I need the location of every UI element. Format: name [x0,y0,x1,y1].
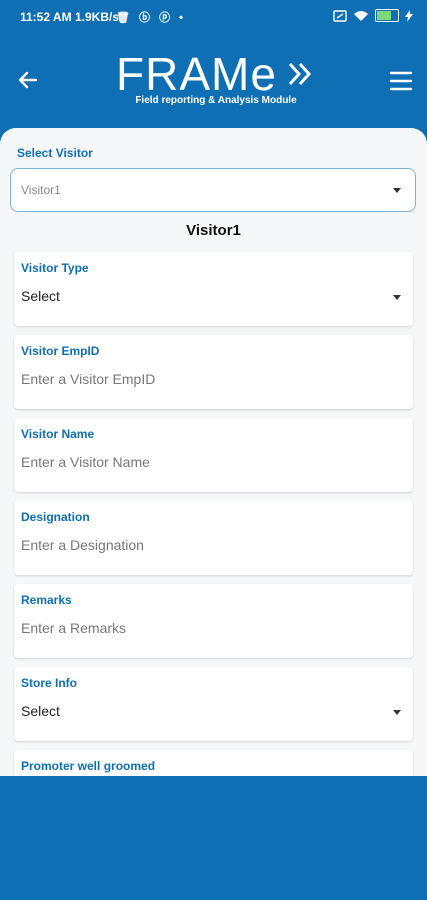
status-time: 11:52 AM [20,10,72,24]
back-arrow-icon[interactable] [16,68,40,92]
logo-text: FRAMe [116,48,277,100]
visitor-heading: Visitor1 [186,222,241,239]
wifi-icon [354,10,368,21]
field-placeholder: Enter a Visitor Name [21,454,150,470]
field-label: Visitor EmpID [21,344,100,358]
bottom-area [0,776,427,900]
dropdown-caret-icon [393,295,401,300]
notification-icons: 🗑 ⓑ ⓟ • [116,12,186,24]
field-placeholder: Enter a Designation [21,537,144,553]
visitor-type-dropdown[interactable]: Visitor Type Select [14,252,413,326]
form-panel: Select Visitor Visitor1 Visitor1 Visitor… [0,128,427,776]
hamburger-menu-icon[interactable] [389,70,413,92]
designation-field[interactable]: Designation Enter a Designation [14,501,413,575]
select-visitor-label: Select Visitor [17,146,93,160]
field-label: Visitor Name [21,427,95,441]
dropdown-caret-icon [393,188,401,193]
field-label: Visitor Type [21,261,89,275]
status-right-icons [333,9,413,22]
charging-icon [405,9,413,22]
select-visitor-dropdown[interactable]: Visitor1 [10,168,416,212]
logo-tagline: Field reporting & Analysis Module [135,95,297,106]
visitor-empid-field[interactable]: Visitor EmpID Enter a Visitor EmpID [14,335,413,409]
field-label: Designation [21,510,90,524]
promoter-groomed-field[interactable]: Promoter well groomed [14,750,413,776]
field-value: Select [21,288,60,304]
field-value: Select [21,703,60,719]
store-info-dropdown[interactable]: Store Info Select [14,667,413,741]
double-chevron-icon [288,62,312,86]
battery-icon [375,9,399,22]
sim-icon [333,9,347,22]
status-bar: 11:52 AM 1.9KB/s 🗑 ⓑ ⓟ • [0,0,427,34]
field-label: Remarks [21,593,72,607]
field-placeholder: Enter a Remarks [21,620,127,636]
field-placeholder: Enter a Visitor EmpID [21,371,156,387]
dropdown-caret-icon [393,710,401,715]
field-label: Store Info [21,676,77,690]
field-label: Promoter well groomed [21,759,156,773]
remarks-field[interactable]: Remarks Enter a Remarks [14,584,413,658]
app-logo: FRAMe Field reporting & Analysis Module [116,48,312,106]
select-visitor-value: Visitor1 [21,183,61,197]
visitor-name-field[interactable]: Visitor Name Enter a Visitor Name [14,418,413,492]
status-network-speed: 1.9KB/s [75,10,120,24]
